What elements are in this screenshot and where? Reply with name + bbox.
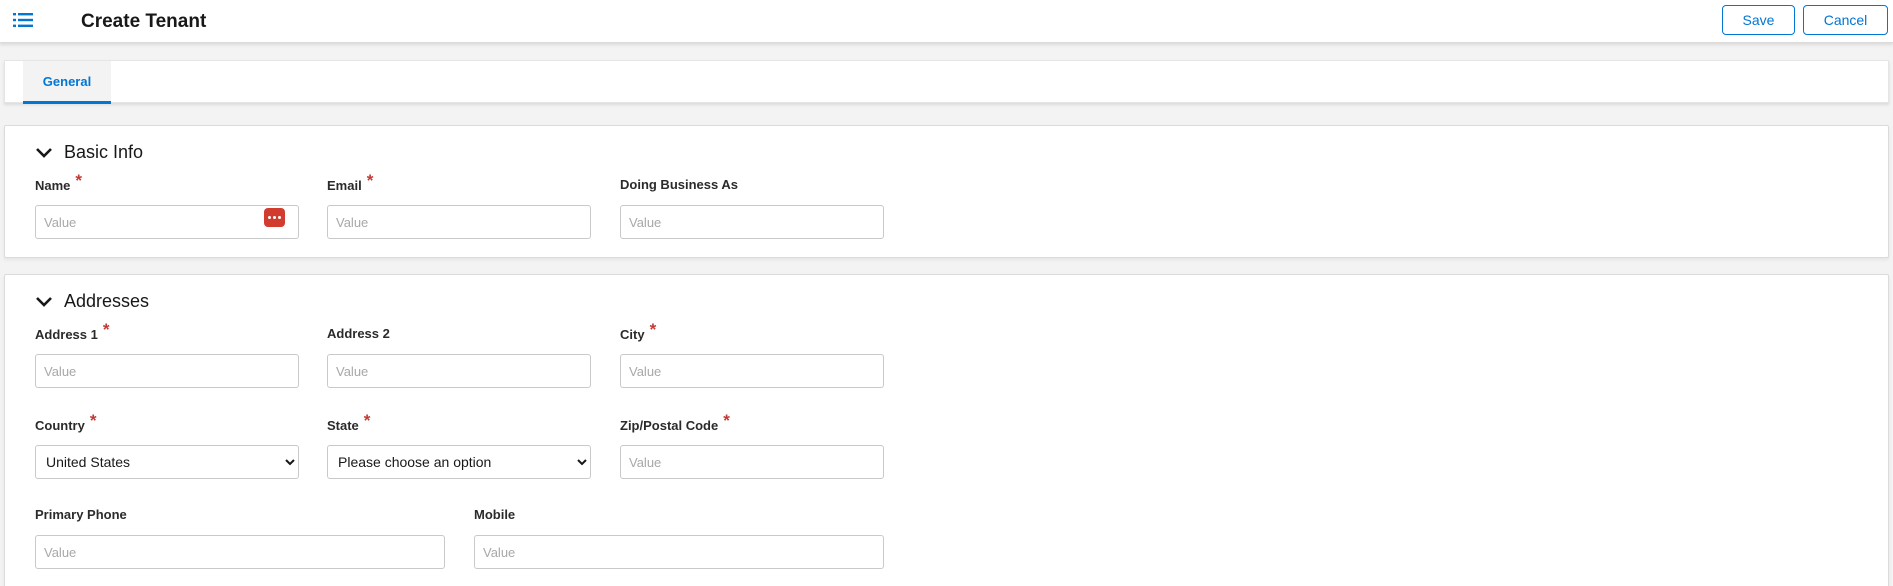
address2-field: Address 2 [327, 324, 591, 388]
name-field: Name * [35, 171, 299, 239]
page-title: Create Tenant [81, 11, 207, 32]
email-field: Email * [327, 171, 591, 239]
email-input[interactable] [327, 205, 591, 239]
city-label-text: City [620, 327, 645, 342]
basic-info-header[interactable]: Basic Info [35, 142, 143, 163]
primary-phone-input[interactable] [35, 535, 445, 569]
country-field: Country * United States [35, 411, 299, 479]
country-select[interactable]: United States [35, 445, 299, 479]
zip-input[interactable] [620, 445, 884, 479]
section-title: Addresses [64, 291, 150, 311]
email-label: Email * [327, 171, 591, 195]
required-marker: * [649, 320, 657, 339]
address1-input[interactable] [35, 354, 299, 388]
city-label: City * [620, 320, 884, 344]
address1-label: Address 1 * [35, 320, 299, 344]
name-label: Name * [35, 171, 299, 195]
basic-info-section: Basic Info Name * Email * Doing Business A… [4, 125, 1889, 258]
name-label-text: Name [35, 178, 71, 193]
city-input[interactable] [620, 354, 884, 388]
section-title: Basic Info [64, 142, 144, 162]
name-input[interactable] [35, 205, 299, 239]
country-label-text: Country [35, 418, 85, 433]
primary-phone-label: Primary Phone [35, 507, 127, 522]
required-marker: * [723, 411, 730, 430]
dba-field: Doing Business As [620, 175, 884, 239]
required-marker: * [363, 411, 371, 430]
state-label-text: State [327, 418, 359, 433]
mobile-input[interactable] [474, 535, 884, 569]
mobile-label: Mobile [474, 507, 516, 522]
state-field: State * Please choose an option [327, 411, 591, 479]
dba-input[interactable] [620, 205, 884, 239]
password-manager-icon[interactable] [264, 208, 285, 227]
required-marker: * [366, 171, 374, 190]
list-icon[interactable] [13, 12, 33, 28]
required-marker: * [75, 171, 83, 190]
chevron-down-icon [36, 296, 52, 307]
required-marker: * [89, 411, 97, 430]
tab-bar: General [4, 60, 1889, 104]
tab-general[interactable]: General [23, 61, 111, 104]
city-field: City * [620, 320, 884, 388]
address2-input[interactable] [327, 354, 591, 388]
save-button[interactable]: Save [1722, 5, 1795, 35]
primary-phone-field: Primary Phone [35, 505, 445, 569]
addresses-section: Addresses Address 1 * Address 2 City * Cou… [4, 274, 1889, 586]
email-label-text: Email [327, 178, 362, 193]
address1-label-text: Address 1 [35, 327, 98, 342]
required-marker: * [102, 320, 110, 339]
state-label: State * [327, 411, 591, 435]
dba-label: Doing Business As [620, 177, 738, 192]
address2-label: Address 2 [327, 326, 390, 341]
page-header: Create Tenant Save Cancel [0, 0, 1893, 43]
mobile-field: Mobile [474, 505, 884, 569]
cancel-button[interactable]: Cancel [1803, 5, 1888, 35]
address1-field: Address 1 * [35, 320, 299, 388]
country-label: Country * [35, 411, 299, 435]
chevron-down-icon [36, 147, 52, 158]
state-select[interactable]: Please choose an option [327, 445, 591, 479]
zip-field: Zip/Postal Code * [620, 411, 884, 479]
zip-label: Zip/Postal Code * [620, 411, 884, 435]
addresses-header[interactable]: Addresses [35, 291, 149, 312]
zip-label-text: Zip/Postal Code [620, 418, 719, 433]
